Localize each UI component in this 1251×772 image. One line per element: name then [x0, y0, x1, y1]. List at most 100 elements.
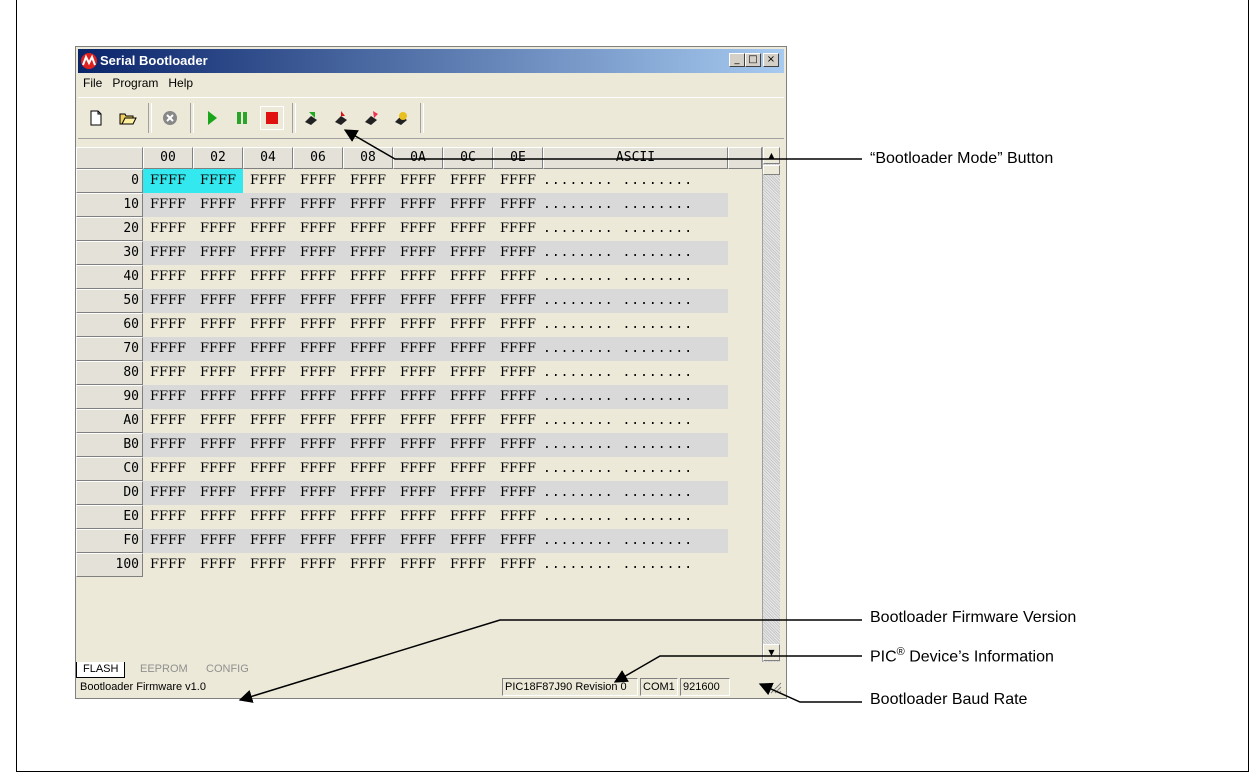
- memory-cell[interactable]: FFFF: [293, 193, 343, 217]
- row-address-header[interactable]: 30: [76, 241, 143, 265]
- row-address-header[interactable]: 90: [76, 385, 143, 409]
- memory-cell[interactable]: FFFF: [293, 241, 343, 265]
- memory-cell[interactable]: FFFF: [443, 337, 493, 361]
- memory-cell[interactable]: FFFF: [243, 433, 293, 457]
- memory-cell[interactable]: FFFF: [143, 409, 193, 433]
- row-address-header[interactable]: 60: [76, 313, 143, 337]
- ascii-cell[interactable]: ........ ........: [543, 241, 728, 265]
- memory-cell[interactable]: FFFF: [393, 289, 443, 313]
- memory-cell[interactable]: FFFF: [193, 241, 243, 265]
- row-address-header[interactable]: 70: [76, 337, 143, 361]
- row-address-header[interactable]: B0: [76, 433, 143, 457]
- memory-cell[interactable]: FFFF: [143, 553, 193, 577]
- memory-cell[interactable]: FFFF: [443, 241, 493, 265]
- memory-cell[interactable]: FFFF: [393, 385, 443, 409]
- tab-config[interactable]: CONFIG: [200, 662, 255, 677]
- ascii-cell[interactable]: ........ ........: [543, 337, 728, 361]
- memory-cell[interactable]: FFFF: [243, 169, 293, 193]
- memory-cell[interactable]: FFFF: [293, 385, 343, 409]
- memory-cell[interactable]: FFFF: [193, 433, 243, 457]
- memory-cell[interactable]: FFFF: [243, 553, 293, 577]
- column-header[interactable]: 0A: [393, 147, 443, 169]
- pause-button[interactable]: [230, 106, 254, 130]
- memory-cell[interactable]: FFFF: [443, 481, 493, 505]
- memory-cell[interactable]: FFFF: [193, 217, 243, 241]
- memory-cell[interactable]: FFFF: [493, 481, 543, 505]
- row-address-header[interactable]: 50: [76, 289, 143, 313]
- memory-cell[interactable]: FFFF: [443, 289, 493, 313]
- memory-cell[interactable]: FFFF: [143, 241, 193, 265]
- row-address-header[interactable]: E0: [76, 505, 143, 529]
- memory-cell[interactable]: FFFF: [193, 553, 243, 577]
- write-device-button[interactable]: [300, 106, 324, 130]
- memory-cell[interactable]: FFFF: [493, 553, 543, 577]
- memory-cell[interactable]: FFFF: [493, 169, 543, 193]
- column-header[interactable]: 08: [343, 147, 393, 169]
- bootloader-mode-button[interactable]: [260, 106, 284, 130]
- ascii-cell[interactable]: ........ ........: [543, 313, 728, 337]
- memory-cell[interactable]: FFFF: [343, 313, 393, 337]
- memory-cell[interactable]: FFFF: [443, 169, 493, 193]
- verify-device-button[interactable]: [390, 106, 414, 130]
- row-address-header[interactable]: 40: [76, 265, 143, 289]
- memory-cell[interactable]: FFFF: [293, 553, 343, 577]
- vertical-scrollbar[interactable]: ▲ ▼: [762, 147, 780, 662]
- memory-cell[interactable]: FFFF: [343, 361, 393, 385]
- memory-cell[interactable]: FFFF: [143, 457, 193, 481]
- scroll-thumb[interactable]: [763, 165, 780, 175]
- tab-flash[interactable]: FLASH: [76, 662, 126, 678]
- memory-cell[interactable]: FFFF: [293, 409, 343, 433]
- memory-cell[interactable]: FFFF: [293, 169, 343, 193]
- memory-cell[interactable]: FFFF: [293, 265, 343, 289]
- row-address-header[interactable]: C0: [76, 457, 143, 481]
- memory-cell[interactable]: FFFF: [343, 265, 393, 289]
- memory-cell[interactable]: FFFF: [493, 313, 543, 337]
- tab-eeprom[interactable]: EEPROM: [134, 662, 194, 677]
- memory-cell[interactable]: FFFF: [143, 361, 193, 385]
- memory-cell[interactable]: FFFF: [193, 193, 243, 217]
- memory-cell[interactable]: FFFF: [293, 457, 343, 481]
- memory-cell[interactable]: FFFF: [143, 265, 193, 289]
- memory-cell[interactable]: FFFF: [143, 481, 193, 505]
- memory-cell[interactable]: FFFF: [443, 529, 493, 553]
- memory-cell[interactable]: FFFF: [493, 505, 543, 529]
- memory-cell[interactable]: FFFF: [493, 337, 543, 361]
- memory-cell[interactable]: FFFF: [143, 169, 193, 193]
- memory-cell[interactable]: FFFF: [493, 361, 543, 385]
- memory-cell[interactable]: FFFF: [193, 385, 243, 409]
- memory-cell[interactable]: FFFF: [243, 481, 293, 505]
- memory-cell[interactable]: FFFF: [143, 289, 193, 313]
- ascii-cell[interactable]: ........ ........: [543, 529, 728, 553]
- memory-cell[interactable]: FFFF: [393, 361, 443, 385]
- scroll-down-arrow-icon[interactable]: ▼: [763, 644, 780, 661]
- memory-cell[interactable]: FFFF: [393, 529, 443, 553]
- new-button[interactable]: [84, 106, 108, 130]
- memory-cell[interactable]: FFFF: [293, 217, 343, 241]
- memory-cell[interactable]: FFFF: [393, 313, 443, 337]
- memory-cell[interactable]: FFFF: [243, 505, 293, 529]
- memory-cell[interactable]: FFFF: [343, 337, 393, 361]
- column-header[interactable]: 04: [243, 147, 293, 169]
- memory-cell[interactable]: FFFF: [443, 457, 493, 481]
- read-device-button[interactable]: [330, 106, 354, 130]
- memory-cell[interactable]: FFFF: [193, 169, 243, 193]
- ascii-cell[interactable]: ........ ........: [543, 553, 728, 577]
- row-address-header[interactable]: 10: [76, 193, 143, 217]
- memory-cell[interactable]: FFFF: [443, 409, 493, 433]
- memory-cell[interactable]: FFFF: [193, 409, 243, 433]
- ascii-cell[interactable]: ........ ........: [543, 385, 728, 409]
- menu-help[interactable]: Help: [163, 74, 198, 92]
- memory-cell[interactable]: FFFF: [493, 217, 543, 241]
- open-button[interactable]: [116, 106, 140, 130]
- memory-cell[interactable]: FFFF: [343, 241, 393, 265]
- memory-cell[interactable]: FFFF: [393, 433, 443, 457]
- memory-cell[interactable]: FFFF: [343, 289, 393, 313]
- erase-device-button[interactable]: [360, 106, 384, 130]
- memory-cell[interactable]: FFFF: [343, 505, 393, 529]
- memory-cell[interactable]: FFFF: [443, 193, 493, 217]
- memory-cell[interactable]: FFFF: [193, 481, 243, 505]
- ascii-cell[interactable]: ........ ........: [543, 289, 728, 313]
- memory-cell[interactable]: FFFF: [343, 553, 393, 577]
- run-button[interactable]: [200, 106, 224, 130]
- scroll-up-arrow-icon[interactable]: ▲: [763, 147, 780, 164]
